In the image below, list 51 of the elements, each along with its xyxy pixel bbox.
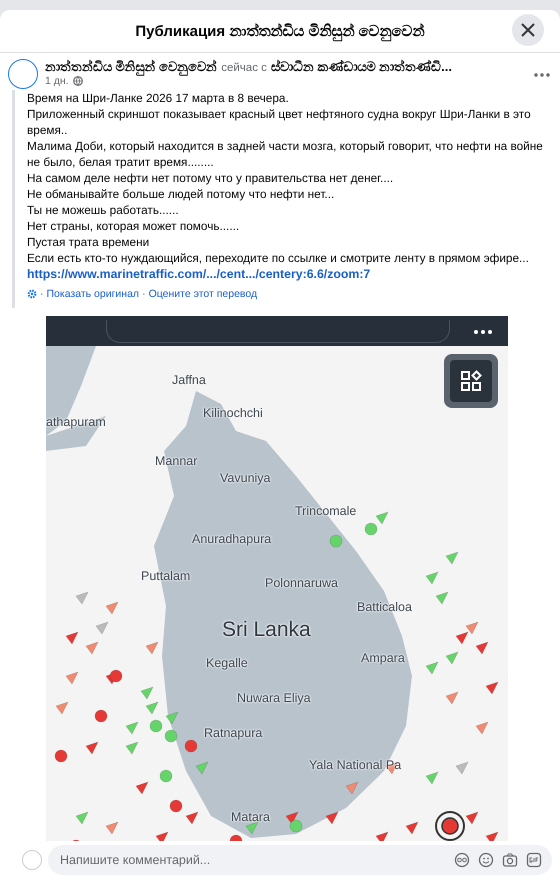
emoji-icon[interactable]	[478, 852, 494, 868]
gif-icon[interactable]	[526, 852, 542, 868]
post-text: Пустая трата времени	[27, 234, 150, 250]
avatar-sticker-icon[interactable]	[454, 852, 470, 868]
post-time[interactable]: 1 дн.	[45, 75, 69, 87]
map-label: Matara	[231, 810, 270, 824]
shared-label: сейчас с	[221, 62, 267, 74]
translation-link[interactable]: Оцените этот перевод	[148, 286, 258, 302]
map-label: Ampara	[361, 651, 405, 665]
separator-dot: ·	[40, 287, 44, 302]
map-label: athapuram	[46, 415, 106, 429]
gear-icon	[27, 289, 37, 299]
post-text: Малима Доби, который находится в задней части мозга, который говорит, что нефти на войне не было, белая тратит время........	[27, 138, 544, 170]
map-label: Vavuniya	[220, 471, 270, 485]
map-label: Polonnaruwa	[265, 576, 338, 590]
map-label: Mannar	[155, 454, 198, 468]
translation-link[interactable]: Показать оригинал	[46, 286, 140, 302]
comment-input[interactable]: Напишите комментарий...	[58, 852, 446, 868]
camera-icon[interactable]	[502, 852, 518, 868]
map-label: Jaffna	[172, 373, 206, 387]
map-label: Yala National Pa	[309, 758, 402, 772]
post-text: Нет страны, которая может помочь......	[27, 218, 240, 234]
map-label: Anuradhapura	[192, 532, 272, 546]
map-label: Ratnapura	[204, 726, 262, 740]
post-link[interactable]: https://www.marinetraffic.com/.../cent.../centery:6.6/zoom:7	[27, 266, 548, 282]
layers-icon	[450, 360, 492, 402]
post-text: Приложенный скриншот показывает красный цвет нефтяного судна вокруг Шри-Ланки в это время..	[27, 106, 532, 138]
comment-field[interactable]: Напишите комментарий...	[48, 845, 552, 875]
post-text: Время на Шри-Ланке 2026 17 марта в 8 вечера.	[27, 90, 290, 106]
author-name[interactable]: නාත්තන්ඩිය මිනිසුන් වෙනුවෙන්	[45, 59, 218, 75]
map-label: Batticaloa	[357, 600, 412, 614]
target-icon	[435, 811, 465, 841]
map-label: Kegalle	[206, 656, 248, 670]
group-name[interactable]: ස්වාධීන කණ්ඩායම නාත්තණ්ඩි...	[270, 59, 452, 75]
map-label: Nuwara Eliya	[237, 691, 311, 705]
post-text: Ты не можешь работать......	[27, 202, 180, 218]
post-text: Если есть кто-то нуждающийся, переходите по ссылке и смотрите ленту в прямом эфире...	[27, 250, 530, 266]
map-label: Sri Lanka	[222, 618, 311, 642]
avatar	[22, 850, 42, 870]
close-button[interactable]	[512, 14, 544, 46]
close-icon	[521, 23, 535, 37]
globe-icon	[72, 76, 83, 86]
post-text: На самом деле нефти нет потому что у правительства нет денег....	[27, 170, 394, 186]
post-text: Не обманывайте больше людей потому что нефти нет...	[27, 186, 336, 202]
separator-dot: ·	[142, 287, 146, 302]
map-label: Trincomale	[295, 504, 356, 518]
avatar[interactable]	[8, 59, 38, 89]
more-options-icon	[474, 330, 492, 334]
map-label: Kilinochchi	[203, 406, 263, 420]
dialog-title: Публикация නාත්තන්ඩිය මිනිසුන් වෙනුවෙන්	[135, 22, 425, 40]
map-label: Puttalam	[141, 569, 190, 583]
